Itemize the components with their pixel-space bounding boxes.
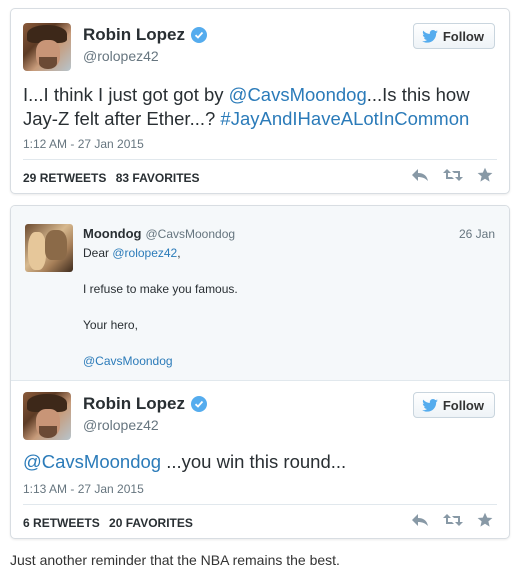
- tweet-header: Robin Lopez @rolopez42: [23, 392, 207, 440]
- tweet-actions: [411, 167, 493, 183]
- divider: [23, 504, 497, 505]
- tweet-timestamp[interactable]: 1:12 AM - 27 Jan 2015: [23, 137, 144, 151]
- verified-badge-icon: [190, 396, 207, 412]
- quoted-line-3: Your hero,: [83, 318, 138, 332]
- quoted-text-part: ,: [177, 246, 181, 260]
- divider: [23, 159, 497, 160]
- avatar[interactable]: [23, 23, 71, 71]
- caption-text: Just another reminder that the NBA remai…: [10, 552, 340, 568]
- follow-label: Follow: [442, 397, 484, 413]
- twitter-bird-icon: [422, 398, 438, 412]
- retweet-icon[interactable]: [443, 168, 463, 182]
- tweet-timestamp[interactable]: 1:13 AM - 27 Jan 2015: [23, 482, 144, 496]
- tweet-stats: 6 RETWEETS 20 FAVORITES: [23, 516, 193, 530]
- quoted-author-name[interactable]: Moondog: [83, 226, 141, 241]
- mention-link[interactable]: @rolopez42: [112, 246, 177, 260]
- mention-link[interactable]: @CavsMoondog: [83, 354, 173, 368]
- favorites-count[interactable]: 20: [109, 516, 122, 530]
- quoted-author: Moondog @CavsMoondog: [83, 226, 235, 241]
- tweet-text: @CavsMoondog ...you win this round...: [23, 450, 493, 474]
- quoted-tweet[interactable]: Moondog @CavsMoondog 26 Jan Dear @rolopez…: [11, 206, 509, 381]
- author-name[interactable]: Robin Lopez: [83, 25, 185, 45]
- avatar[interactable]: [25, 224, 73, 272]
- retweets-count[interactable]: 6: [23, 516, 30, 530]
- author-info: Robin Lopez @rolopez42: [83, 394, 207, 433]
- twitter-bird-icon: [422, 29, 438, 43]
- quoted-line-1: Dear @rolopez42,: [83, 246, 181, 260]
- author-handle[interactable]: @rolopez42: [83, 48, 207, 64]
- follow-label: Follow: [442, 28, 484, 44]
- retweets-count[interactable]: 29: [23, 171, 36, 185]
- tweet-text-part: I...I think I just got got by: [23, 84, 229, 105]
- author-handle[interactable]: @rolopez42: [83, 417, 207, 433]
- reply-icon[interactable]: [411, 513, 429, 527]
- author-info: Robin Lopez @rolopez42: [83, 25, 207, 64]
- quoted-author-handle[interactable]: @CavsMoondog: [145, 227, 235, 241]
- tweet-card-2: Moondog @CavsMoondog 26 Jan Dear @rolopez…: [10, 205, 510, 539]
- follow-button[interactable]: Follow: [412, 23, 495, 49]
- tweet-text-part: ...you win this round...: [161, 451, 347, 472]
- tweet-text: I...I think I just got got by @CavsMoond…: [23, 83, 493, 131]
- retweets-label[interactable]: RETWEETS: [33, 516, 100, 530]
- favorite-star-icon[interactable]: [477, 167, 493, 183]
- favorites-count[interactable]: 83: [116, 171, 129, 185]
- retweets-label[interactable]: RETWEETS: [40, 171, 107, 185]
- tweet-card-1: Robin Lopez @rolopez42 Follow I...I thin…: [10, 8, 510, 194]
- tweet-stats: 29 RETWEETS 83 FAVORITES: [23, 171, 200, 185]
- author-name[interactable]: Robin Lopez: [83, 394, 185, 414]
- verified-badge-icon: [190, 27, 207, 43]
- tweet-actions: [411, 512, 493, 528]
- tweet-header: Robin Lopez @rolopez42: [23, 23, 207, 71]
- mention-link[interactable]: @CavsMoondog: [229, 84, 367, 105]
- reply-icon[interactable]: [411, 168, 429, 182]
- favorite-star-icon[interactable]: [477, 512, 493, 528]
- quoted-line-4: @CavsMoondog: [83, 354, 173, 368]
- mention-link[interactable]: @CavsMoondog: [23, 451, 161, 472]
- favorites-label[interactable]: FAVORITES: [132, 171, 199, 185]
- hashtag-link[interactable]: #JayAndIHaveALotInCommon: [220, 108, 469, 129]
- avatar[interactable]: [23, 392, 71, 440]
- favorites-label[interactable]: FAVORITES: [126, 516, 193, 530]
- retweet-icon[interactable]: [443, 513, 463, 527]
- quoted-text-part: Dear: [83, 246, 113, 260]
- quoted-line-2: I refuse to make you famous.: [83, 282, 238, 296]
- quoted-date[interactable]: 26 Jan: [459, 227, 495, 241]
- follow-button[interactable]: Follow: [412, 392, 495, 418]
